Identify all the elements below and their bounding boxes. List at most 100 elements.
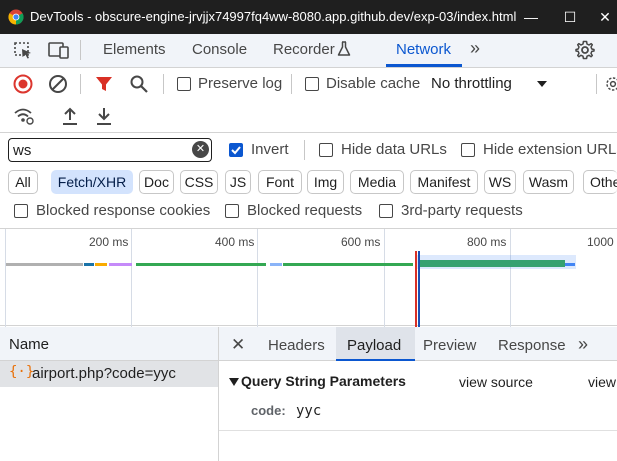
type-filter-css[interactable]: CSS [180,170,218,194]
waterfall-segment [270,263,282,266]
blocked-requests-label: Blocked requests [247,202,363,219]
third-party-requests-checkbox[interactable] [379,204,393,218]
toolbar-divider [291,74,292,94]
hide-data-urls-label: Hide data URLs [341,141,447,158]
network-overview-timeline[interactable]: 200 ms 400 ms 600 ms 800 ms 1000 ms [0,228,617,327]
type-filter-js[interactable]: JS [225,170,251,194]
type-filter-ws[interactable]: WS [484,170,516,194]
tab-console[interactable]: Console [192,41,247,58]
blocked-response-cookies-label: Blocked response cookies [36,202,211,219]
type-filter-manifest[interactable]: Manifest [410,170,478,194]
settings-gear-icon[interactable] [574,39,596,61]
view-decoded-link[interactable]: view [588,374,616,390]
type-filter-fetch-xhr[interactable]: Fetch/XHR [51,170,133,194]
tab-payload[interactable]: Payload [347,337,401,354]
timeline-tick-label: 800 ms [467,235,507,249]
network-conditions-wifi-icon[interactable] [12,105,36,127]
tab-recorder[interactable]: Recorder [273,41,335,58]
toolbar-divider [163,74,164,94]
timeline-tick-label: 1000 ms [587,235,617,249]
type-filter-media[interactable]: Media [350,170,404,194]
toolbar-divider [80,74,81,94]
selected-request-highlight [416,255,576,269]
tab-preview[interactable]: Preview [423,337,476,354]
invert-checkbox[interactable] [229,143,243,157]
view-source-link[interactable]: view source [459,374,533,390]
timeline-gridline [257,229,258,327]
request-row[interactable]: {·} airport.php?code=yyc [0,361,218,387]
preserve-log-checkbox[interactable] [177,77,191,91]
waterfall-segment [6,263,83,266]
close-details-button[interactable]: ✕ [231,335,245,355]
flask-icon [336,40,352,58]
hide-extension-urls-label: Hide extension URLs [483,141,617,158]
disable-cache-checkbox[interactable] [305,77,319,91]
param-value: yyc [296,403,322,419]
filter-input[interactable] [13,141,183,159]
blocked-requests-checkbox[interactable] [225,204,239,218]
toolbar-divider [304,140,305,160]
query-string-section-title[interactable]: Query String Parameters [241,373,406,389]
export-har-download-icon[interactable] [93,105,115,127]
type-filter-font[interactable]: Font [258,170,302,194]
third-party-requests-label: 3rd-party requests [401,202,523,219]
hide-data-urls-checkbox[interactable] [319,143,333,157]
collapse-triangle-icon[interactable] [229,377,239,387]
throttling-select[interactable]: No throttling [431,75,512,92]
invert-label: Invert [251,141,289,158]
close-window-button[interactable]: ✕ [594,6,616,28]
timeline-tick-label: 400 ms [215,235,255,249]
window-title-bar: DevTools - obscure-engine-jrvjjx74997fq4… [0,0,617,34]
record-stop-icon[interactable] [12,73,34,95]
chevron-down-icon[interactable] [535,78,549,90]
clear-filter-icon[interactable]: ✕ [192,141,209,158]
maximize-button[interactable]: ☐ [559,6,581,28]
dom-content-loaded-marker [418,251,420,327]
divider-line [0,132,617,133]
type-filter-doc[interactable]: Doc [139,170,174,194]
type-filter-wasm[interactable]: Wasm [523,170,574,194]
waterfall-segment [109,263,132,266]
param-key: code: [251,403,286,418]
request-name: airport.php?code=yyc [32,365,176,382]
waterfall-segment [95,263,107,266]
hide-extension-urls-checkbox[interactable] [461,143,475,157]
load-event-marker [415,251,417,327]
xhr-braces-icon: {·} [9,364,35,380]
request-list-pane: Name {·} airport.php?code=yyc [0,327,218,461]
name-column-label: Name [9,336,50,353]
tab-response[interactable]: Response [498,337,566,354]
type-filter-other[interactable]: Other [583,170,617,194]
preserve-log-label: Preserve log [198,75,283,92]
timeline-tick-label: 200 ms [89,235,129,249]
type-filter-img[interactable]: Img [307,170,344,194]
minimize-button[interactable]: — [520,6,542,28]
waterfall-segment [283,263,413,266]
network-settings-gear-icon[interactable] [605,73,617,95]
device-toolbar-icon[interactable] [47,40,71,60]
window-title: DevTools - obscure-engine-jrvjjx74997fq4… [30,9,517,24]
inspect-element-icon[interactable] [12,40,34,60]
filter-box: ✕ [8,138,212,162]
clear-log-icon[interactable] [47,73,69,95]
timeline-tick-label: 600 ms [341,235,381,249]
chrome-logo-icon [8,9,24,25]
name-column-header[interactable]: Name [0,327,218,361]
tab-elements[interactable]: Elements [103,41,166,58]
waterfall-segment [84,263,94,266]
disable-cache-label: Disable cache [326,75,421,92]
search-icon[interactable] [128,73,150,95]
type-filter-all[interactable]: All [8,170,38,194]
timeline-start-gridline [5,229,6,327]
timeline-gridline [384,229,385,327]
filter-funnel-icon[interactable] [93,73,115,95]
import-har-upload-icon[interactable] [59,105,81,127]
more-tabs-button[interactable]: » [470,38,480,59]
tab-headers[interactable]: Headers [268,337,325,354]
tab-network[interactable]: Network [396,41,451,58]
blocked-response-cookies-checkbox[interactable] [14,204,28,218]
timeline-gridline [510,229,511,327]
more-details-tabs-button[interactable]: » [578,334,588,355]
toolbar-divider [596,74,597,94]
toolbar-divider [80,40,81,60]
